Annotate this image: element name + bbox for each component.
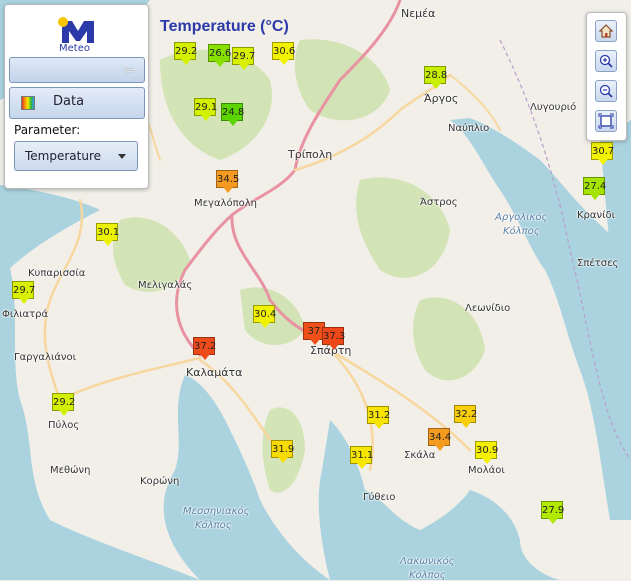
place-label: Κυπαρισσία bbox=[28, 268, 86, 279]
station-marker[interactable]: 32.2 bbox=[454, 405, 477, 428]
collapse-panel-button[interactable]: ⇦ bbox=[9, 57, 145, 83]
station-marker[interactable]: 37.3 bbox=[322, 327, 345, 350]
place-label: Μολάοι bbox=[468, 465, 505, 476]
place-label: Γύθειο bbox=[363, 492, 396, 503]
map-title: Temperature (°C) bbox=[160, 18, 289, 35]
station-marker[interactable]: 30.4 bbox=[253, 305, 276, 328]
station-marker[interactable]: 30.9 bbox=[475, 441, 498, 464]
place-label: Άργος bbox=[424, 92, 459, 105]
station-marker[interactable]: 29.2 bbox=[52, 393, 75, 416]
place-label: Λυγουριό bbox=[530, 102, 577, 113]
zoom-in-button[interactable] bbox=[595, 50, 617, 72]
zoom-out-button[interactable] bbox=[595, 80, 617, 102]
place-label: Σκάλα bbox=[404, 450, 436, 461]
station-marker[interactable]: 28.8 bbox=[424, 66, 447, 89]
place-label: Μεσσηνιακός bbox=[183, 506, 250, 517]
place-label: Κόλπος bbox=[195, 520, 232, 531]
place-label: Μεθώνη bbox=[50, 465, 91, 476]
place-label: Λεωνίδιο bbox=[465, 303, 511, 314]
map-toolbar bbox=[586, 12, 627, 141]
place-label: Αργολικός bbox=[495, 212, 548, 223]
place-label: Μελιγαλάς bbox=[138, 280, 193, 291]
station-marker[interactable]: 24.8 bbox=[221, 103, 244, 126]
place-label: Άστρος bbox=[420, 197, 458, 208]
place-label: Τρίπολη bbox=[288, 148, 333, 161]
chevron-down-icon bbox=[118, 154, 126, 159]
logo-text: Meteo bbox=[59, 43, 90, 54]
station-marker[interactable]: 29.2 bbox=[174, 42, 197, 65]
zoom-in-icon bbox=[599, 54, 613, 68]
place-label: Λακωνικός bbox=[400, 556, 455, 567]
rainbow-palette-icon bbox=[21, 96, 35, 110]
parameter-label: Parameter: bbox=[14, 123, 81, 137]
place-label: Κόλπος bbox=[409, 570, 446, 581]
station-marker[interactable]: 29.7 bbox=[232, 47, 255, 70]
station-marker[interactable]: 29.1 bbox=[194, 98, 217, 121]
place-label: Νεμέα bbox=[401, 7, 436, 20]
place-label: Σπέτσες bbox=[577, 258, 619, 269]
place-label: Καλαμάτα bbox=[186, 366, 243, 379]
station-marker[interactable]: 31.2 bbox=[367, 406, 390, 429]
station-marker[interactable]: 34.5 bbox=[216, 170, 239, 193]
home-button[interactable] bbox=[595, 20, 617, 42]
station-marker[interactable]: 27.9 bbox=[541, 501, 564, 524]
place-label: Μεγαλόπολη bbox=[194, 198, 257, 209]
data-button-label: Data bbox=[53, 94, 85, 109]
fit-extent-icon bbox=[598, 113, 614, 129]
station-marker[interactable]: 30.1 bbox=[96, 223, 119, 246]
place-label: Κρανίδι bbox=[577, 210, 615, 221]
control-panel: Meteo ⇦ Data Parameter: Temperature bbox=[4, 4, 149, 189]
place-label: Ναύπλιο bbox=[448, 123, 490, 134]
fit-extent-button[interactable] bbox=[595, 110, 617, 132]
home-icon bbox=[598, 24, 614, 38]
station-marker[interactable]: 30.7 bbox=[591, 142, 614, 165]
data-button[interactable]: Data bbox=[9, 87, 145, 119]
parameter-select-value: Temperature bbox=[25, 149, 102, 163]
place-label: Φιλιατρά bbox=[2, 309, 49, 320]
station-marker[interactable]: 31.9 bbox=[271, 440, 294, 463]
station-marker[interactable]: 26.6 bbox=[208, 44, 231, 67]
place-label: Γαργαλιάνοι bbox=[14, 352, 77, 363]
station-marker[interactable]: 27.4 bbox=[583, 177, 606, 200]
parameter-select[interactable]: Temperature bbox=[14, 141, 138, 171]
station-marker[interactable]: 30.6 bbox=[272, 42, 295, 65]
station-marker[interactable]: 29.7 bbox=[12, 281, 35, 304]
station-marker[interactable]: 37.2 bbox=[193, 337, 216, 360]
station-marker[interactable]: 34.4 bbox=[428, 428, 451, 451]
zoom-out-icon bbox=[599, 84, 613, 98]
station-marker[interactable]: 31.1 bbox=[350, 446, 373, 469]
arrow-left-icon: ⇦ bbox=[123, 63, 134, 77]
place-label: Κορώνη bbox=[140, 476, 180, 487]
place-label: Κόλπος bbox=[503, 226, 540, 237]
place-label: Πύλος bbox=[48, 420, 80, 431]
